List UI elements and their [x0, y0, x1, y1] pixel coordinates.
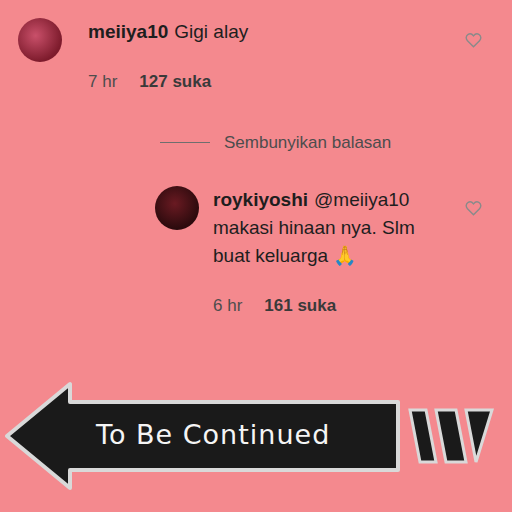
comment-line: meiiya10 Gigi alay [88, 18, 465, 46]
comment-meta: 6 hr 161 suka [213, 292, 465, 320]
comment-body: meiiya10 Gigi alay 7 hr 127 suka [88, 18, 465, 96]
heart-icon[interactable] [465, 200, 482, 216]
reply-text-block: makasi hinaan nya. Slm buat keluarga 🙏 [213, 214, 453, 270]
stripes-icon [406, 406, 496, 466]
hide-replies-button[interactable]: Sembunyikan balasan [0, 130, 512, 156]
heart-icon[interactable] [465, 32, 482, 48]
avatar[interactable] [155, 186, 199, 230]
comment: meiiya10 Gigi alay 7 hr 127 suka [0, 18, 512, 96]
hide-replies-label[interactable]: Sembunyikan balasan [224, 130, 391, 156]
arrow: To Be Continued [4, 380, 402, 492]
comment-time: 6 hr [213, 292, 242, 320]
like-count[interactable]: 161 suka [264, 292, 336, 320]
divider-line [160, 142, 210, 143]
username[interactable]: roykiyoshi [213, 189, 308, 210]
comment-time: 7 hr [88, 68, 117, 96]
banner-text: To Be Continued [4, 415, 330, 456]
reply-header: roykiyoshi @meiiya10 [213, 186, 465, 214]
reply-wrap: roykiyoshi @meiiya10 makasi hinaan nya. Sl… [0, 186, 512, 320]
reply-body: roykiyoshi @meiiya10 makasi hinaan nya. Sl… [213, 186, 465, 320]
emoji: 🙏 [333, 245, 357, 266]
comment-meta: 7 hr 127 suka [88, 68, 465, 96]
reply-text: makasi hinaan nya. Slm buat keluarga [213, 217, 415, 266]
username[interactable]: meiiya10 [88, 21, 168, 42]
reply: roykiyoshi @meiiya10 makasi hinaan nya. Sl… [155, 186, 512, 320]
avatar[interactable] [18, 18, 62, 62]
comment-thread: meiiya10 Gigi alay 7 hr 127 suka Sembunyikan… [0, 0, 512, 492]
comment-text: Gigi alay [174, 21, 248, 42]
to-be-continued-banner: To Be Continued [0, 380, 512, 492]
mention[interactable]: @meiiya10 [314, 189, 409, 210]
like-count[interactable]: 127 suka [139, 68, 211, 96]
